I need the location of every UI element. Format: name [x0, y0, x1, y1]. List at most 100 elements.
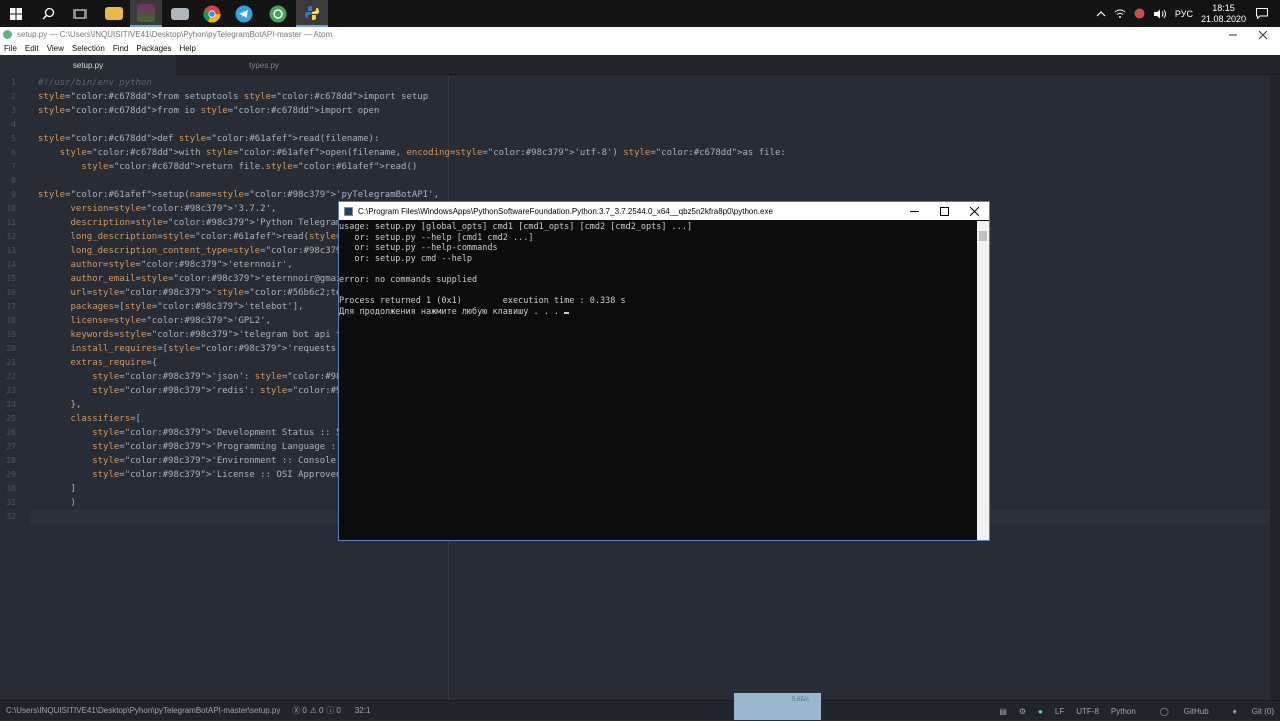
line-number: 21 [6, 358, 16, 367]
file-path[interactable]: C:\Users\INQUISITIVE41\Desktop\Pyhon\pyT… [6, 706, 280, 715]
tab-types-py[interactable]: types.py [176, 55, 352, 75]
keyboard-language[interactable]: РУС [1175, 9, 1193, 19]
wifi-icon[interactable] [1114, 9, 1126, 19]
menu-file[interactable]: File [0, 44, 21, 53]
console-line: Для продолжения нажмите любую клавишу . … [339, 307, 977, 318]
git-label: Git (0) [1251, 706, 1274, 716]
console-line-text: error: no commands supplied [339, 274, 478, 285]
scanner-icon[interactable] [164, 0, 196, 27]
bug-icon[interactable]: ⚙ [1019, 707, 1026, 716]
vpn-icon[interactable] [1134, 8, 1145, 19]
console-line-text: usage: setup.py [global_opts] cmd1 [cmd1… [339, 222, 693, 232]
python-console-window[interactable]: C:\Program Files\WindowsApps\PythonSoftw… [338, 201, 990, 541]
line-number: 10 [6, 204, 16, 213]
git-button[interactable]: ♦ Git (0) [1221, 707, 1274, 716]
code-line[interactable]: style="color:#c678dd">from setuptools st… [38, 90, 786, 104]
green-app-icon[interactable] [262, 0, 294, 27]
file-encoding[interactable]: UTF-8 [1076, 707, 1099, 716]
tab-setup-py[interactable]: setup.py [0, 55, 176, 75]
line-number: 23 [6, 386, 16, 395]
grammar-selector[interactable]: Python [1111, 707, 1136, 716]
chevron-up-icon[interactable] [1096, 10, 1106, 17]
line-number: 22 [6, 372, 16, 381]
menu-edit[interactable]: Edit [21, 44, 43, 53]
code-line[interactable]: #!/usr/bin/env python [38, 76, 786, 90]
github-button[interactable]: ◯ GitHub [1148, 707, 1209, 716]
chrome-icon[interactable] [196, 0, 228, 27]
code-line[interactable] [38, 118, 786, 132]
notification-center-icon[interactable] [1256, 8, 1268, 19]
line-number: 12 [6, 232, 16, 241]
network-speed: 5 КБ/с [792, 697, 810, 703]
line-ending[interactable]: LF [1055, 707, 1064, 716]
diagnostics-summary[interactable]: Ⓧ 0 ⚠ 0 ⓘ 0 [292, 705, 341, 716]
file-explorer-icon[interactable] [98, 0, 130, 27]
menu-help[interactable]: Help [176, 44, 200, 53]
line-number: 20 [6, 344, 16, 353]
line-number: 6 [11, 148, 16, 157]
line-number: 3 [11, 106, 16, 115]
line-number: 14 [6, 260, 16, 269]
menu-find[interactable]: Find [109, 44, 133, 53]
cursor-position[interactable]: 32:1 [355, 706, 371, 715]
winrar-icon[interactable] [130, 0, 162, 27]
line-number: 4 [11, 120, 16, 129]
clock[interactable]: 18:15 21.08.2020 [1201, 3, 1246, 25]
code-line[interactable]: style="color:#61afef">setup(name=style="… [38, 188, 786, 202]
window-close-button[interactable] [1248, 27, 1278, 42]
menu-view[interactable]: View [43, 44, 68, 53]
line-number: 27 [6, 442, 16, 451]
line-number: 32 [6, 512, 16, 521]
atom-app-icon [3, 30, 12, 39]
code-line[interactable]: style="color:#c678dd">def style="color:#… [38, 132, 786, 146]
line-number: 11 [6, 218, 16, 227]
line-number: 19 [6, 330, 16, 339]
line-number: 25 [6, 414, 16, 423]
console-scrollbar[interactable] [977, 221, 989, 540]
github-label: GitHub [1183, 706, 1209, 716]
tab-label: types.py [249, 60, 279, 70]
console-line-text: Для продолжения нажмите любую клавишу . … [339, 306, 565, 317]
warning-icon: ⚠ [309, 706, 317, 715]
console-line: or: setup.py --help-commands [339, 243, 977, 254]
code-line[interactable]: style="color:#c678dd">return file.style=… [38, 160, 786, 174]
window-title: setup.py — C:\Users\INQUISITIVE41\Deskto… [17, 30, 333, 39]
windows-start-icon[interactable] [0, 0, 32, 27]
status-bar-right: ▤ ⚙ ● LF UTF-8 Python ◯ GitHub ♦ Git (0) [987, 701, 1274, 721]
tab-bar: setup.py types.py [0, 55, 1280, 75]
code-line[interactable]: style="color:#c678dd">from io style="col… [38, 104, 786, 118]
menu-packages[interactable]: Packages [132, 44, 175, 53]
line-number-gutter: 1 2 3 4 5 6 7 8 9 10 11 12 13 14 15 16 17 18 19 20 21 22 23 24 2… [0, 76, 30, 524]
line-number: 13 [6, 246, 16, 255]
error-count: 0 [302, 706, 307, 715]
line-number: 1 [11, 78, 16, 87]
console-line: error: no commands supplied [339, 275, 977, 286]
atom-title-bar: setup.py — C:\Users\INQUISITIVE41\Deskto… [0, 27, 1280, 42]
python-icon[interactable] [296, 0, 328, 27]
editor-scrollbar[interactable] [1270, 76, 1280, 700]
console-title-bar[interactable]: C:\Program Files\WindowsApps\PythonSoftw… [339, 202, 989, 220]
menu-selection[interactable]: Selection [68, 44, 109, 53]
console-maximize-button[interactable] [929, 202, 959, 220]
search-icon[interactable] [32, 0, 64, 27]
console-scroll-thumb[interactable] [979, 231, 987, 241]
task-view-icon[interactable] [64, 0, 96, 27]
file-icon[interactable]: ▤ [999, 707, 1007, 716]
code-line[interactable]: style="color:#c678dd">with style="color:… [38, 146, 786, 160]
console-minimize-button[interactable] [899, 202, 929, 220]
tab-label: setup.py [72, 60, 104, 70]
status-bar: C:\Users\INQUISITIVE41\Desktop\Pyhon\pyT… [0, 700, 1280, 720]
git-icon: ♦ [1232, 706, 1237, 716]
system-tray: РУС 18:15 21.08.2020 [1096, 0, 1280, 27]
console-close-button[interactable] [959, 202, 989, 220]
warning-count: 0 [318, 706, 324, 715]
telegram-icon[interactable] [228, 0, 260, 27]
green-dot-icon: ● [1038, 706, 1043, 716]
console-line-text: Process returned 1 (0x1) execution time … [339, 296, 626, 307]
volume-icon[interactable] [1153, 9, 1167, 19]
console-output[interactable]: usage: setup.py [global_opts] cmd1 [cmd1… [339, 221, 977, 540]
menu-bar: File Edit View Selection Find Packages H… [0, 42, 1280, 55]
windows-taskbar: РУС 18:15 21.08.2020 [0, 0, 1280, 27]
console-line-text: or: setup.py cmd --help [339, 253, 473, 264]
code-line[interactable] [38, 174, 786, 188]
